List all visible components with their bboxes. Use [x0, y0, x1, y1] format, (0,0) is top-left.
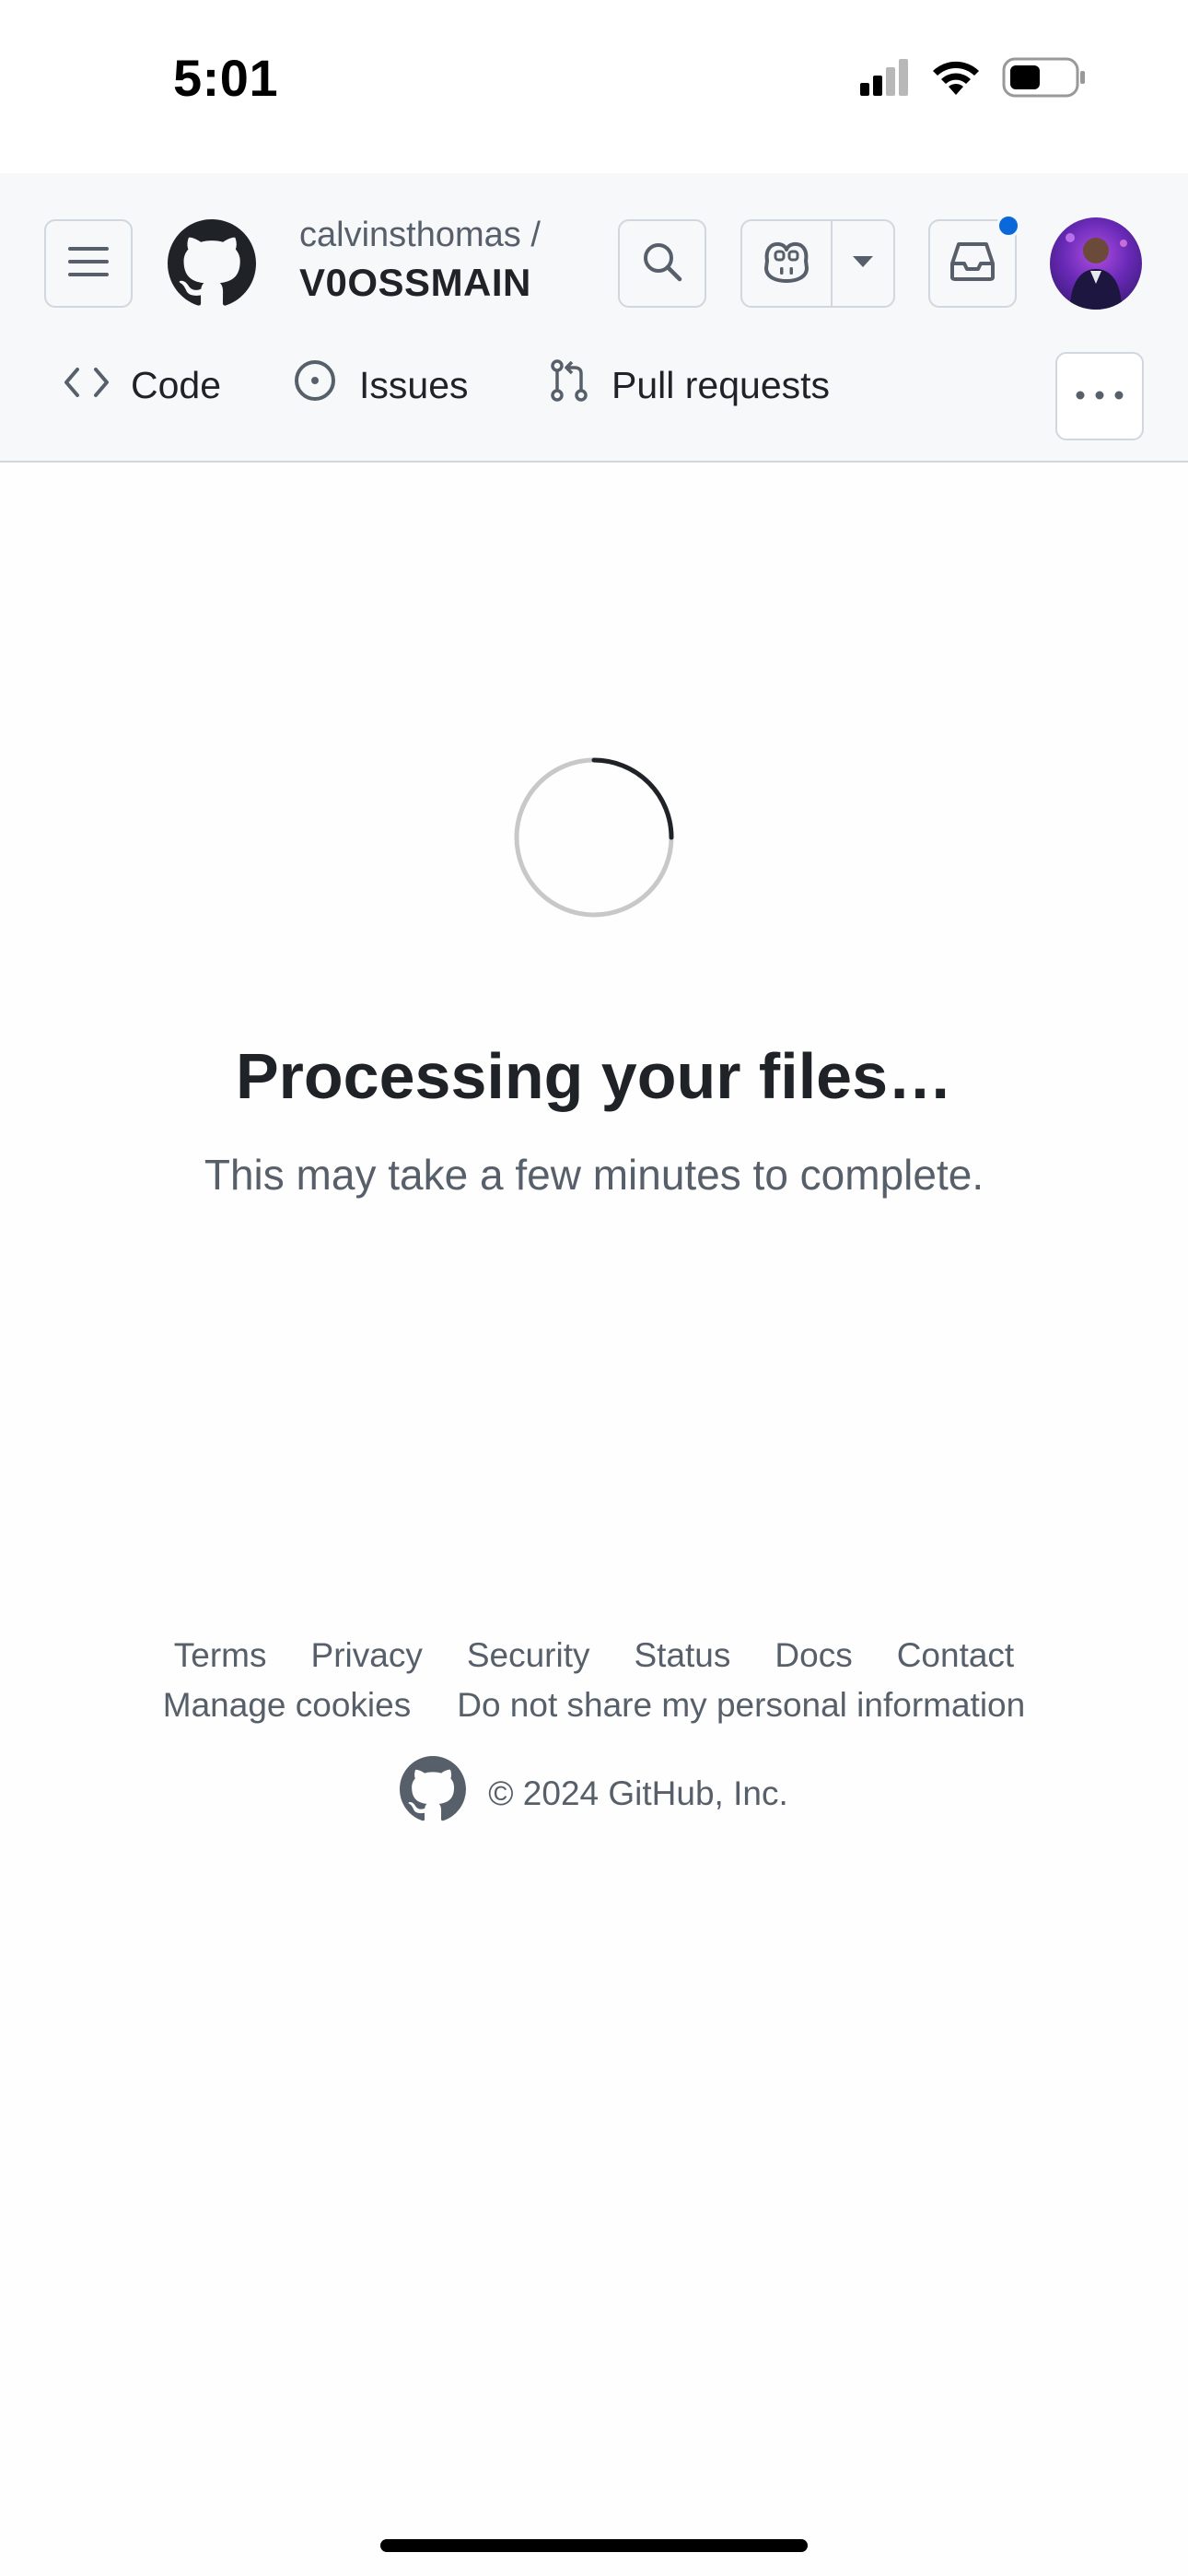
repo-owner-link[interactable]: calvinsthomas / [299, 216, 541, 255]
home-indicator[interactable] [380, 2539, 808, 2552]
processing-subtitle: This may take a few minutes to complete. [204, 1151, 984, 1199]
issue-opened-icon [293, 358, 337, 412]
status-time: 5:01 [173, 49, 279, 107]
status-bar: 5:01 [0, 0, 1188, 173]
github-footer-logo-icon[interactable] [400, 1756, 467, 1831]
search-button[interactable] [618, 219, 706, 308]
footer-copyright: © 2024 GitHub, Inc. [0, 1756, 1188, 1831]
inbox-icon [949, 241, 996, 287]
footer-link-terms[interactable]: Terms [174, 1636, 267, 1675]
footer-link-privacy[interactable]: Privacy [311, 1636, 423, 1675]
footer-links-secondary: Manage cookies Do not share my personal … [0, 1686, 1188, 1725]
page: 5:01 calvinsthomas / V0OSSMAIN Code Issu… [0, 0, 1188, 2576]
more-tabs-button[interactable] [1055, 352, 1144, 440]
footer-link-do-not-share[interactable]: Do not share my personal information [457, 1686, 1025, 1725]
processing-title: Processing your files… [235, 1040, 953, 1112]
copilot-icon [762, 240, 811, 287]
repo-header: calvinsthomas / V0OSSMAIN Code Issues Pu… [0, 173, 1188, 463]
repo-name-link[interactable]: V0OSSMAIN [299, 261, 531, 305]
status-icons [860, 55, 1087, 103]
triangle-down-icon [853, 255, 873, 272]
copilot-button-group [740, 219, 895, 308]
avatar[interactable] [1050, 217, 1142, 310]
copyright-text: © 2024 GitHub, Inc. [488, 1774, 788, 1812]
tab-code[interactable]: Code [64, 357, 221, 413]
tab-issues[interactable]: Issues [293, 357, 469, 413]
copilot-dropdown-button[interactable] [833, 221, 893, 306]
loading-spinner-icon [512, 755, 676, 919]
footer-link-manage-cookies[interactable]: Manage cookies [163, 1686, 411, 1725]
github-logo-icon[interactable] [168, 219, 256, 308]
menu-button[interactable] [44, 219, 133, 308]
footer-link-contact[interactable]: Contact [897, 1636, 1015, 1675]
tab-code-label: Code [131, 363, 222, 406]
footer-links: Terms Privacy Security Status Docs Conta… [0, 1636, 1188, 1675]
code-icon [64, 364, 109, 407]
kebab-horizontal-icon [1076, 388, 1124, 404]
hamburger-menu-icon [68, 245, 109, 283]
tab-pull-requests[interactable]: Pull requests [549, 357, 830, 413]
copilot-button[interactable] [742, 221, 833, 306]
battery-icon [1002, 57, 1087, 102]
notification-indicator [996, 214, 1020, 238]
tab-pull-requests-label: Pull requests [611, 363, 831, 406]
footer-link-docs[interactable]: Docs [775, 1636, 852, 1675]
git-pull-request-icon [549, 358, 589, 412]
footer-link-security[interactable]: Security [467, 1636, 590, 1675]
footer-link-status[interactable]: Status [634, 1636, 730, 1675]
tab-issues-label: Issues [359, 363, 469, 406]
search-icon [641, 240, 683, 287]
cellular-signal-icon [860, 58, 910, 100]
wifi-icon [930, 58, 982, 101]
